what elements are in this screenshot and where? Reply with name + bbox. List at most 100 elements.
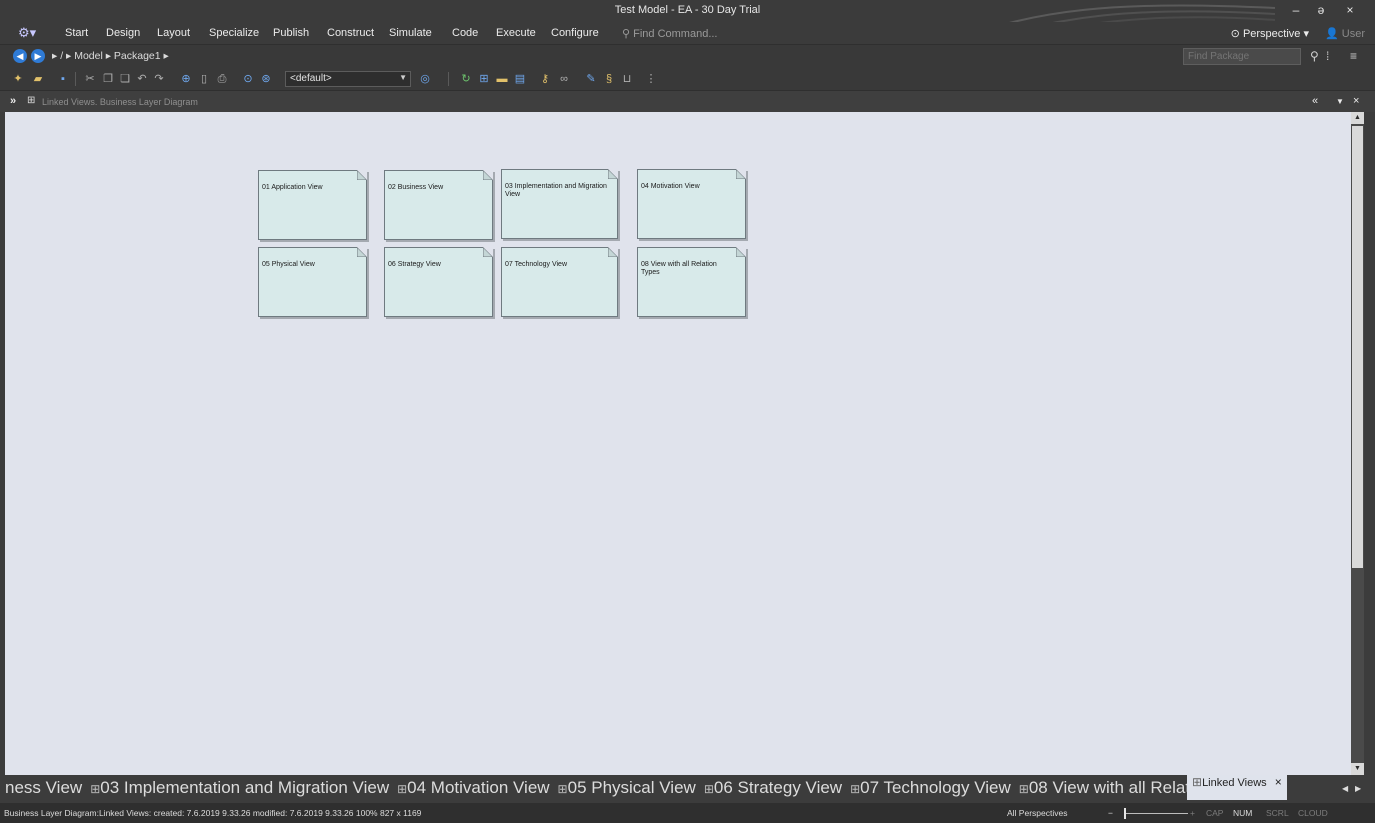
menu-design[interactable]: Design: [106, 27, 140, 39]
find-icon[interactable]: ⚷: [537, 71, 553, 87]
perspective-button[interactable]: ⊙ Perspective ▾: [1231, 27, 1309, 40]
paste-icon[interactable]: ❏: [117, 71, 133, 87]
print-preview-icon[interactable]: ⊙: [240, 71, 256, 87]
note-technology-view[interactable]: 07 Technology View: [501, 247, 618, 317]
cloud-indicator: CLOUD: [1298, 808, 1328, 818]
zoom-slider[interactable]: [1124, 808, 1188, 819]
breadcrumb[interactable]: ▸ / ▸ Model ▸ Package1 ▸: [52, 50, 169, 62]
diagram-icon: ⊞: [1192, 775, 1203, 789]
undo-icon[interactable]: ↶: [134, 71, 150, 87]
close-window-button[interactable]: ×: [1340, 3, 1360, 17]
cut-icon[interactable]: ✂: [82, 71, 98, 87]
diagram-icon[interactable]: ⊞: [476, 71, 492, 87]
tab-linked-views[interactable]: ⊞Linked Views ×: [1187, 775, 1287, 800]
note-fold-icon: [357, 247, 367, 257]
menu-configure[interactable]: Configure: [551, 27, 599, 39]
script-icon[interactable]: §: [601, 71, 617, 87]
list-icon[interactable]: ▤: [512, 71, 528, 87]
find-command[interactable]: ⚲ Find Command...: [622, 27, 718, 40]
collapse-icon[interactable]: «: [1312, 95, 1318, 107]
perspective-label: Perspective: [1242, 28, 1301, 40]
tab-scroll-right-icon[interactable]: ▶: [1355, 784, 1361, 793]
copy-icon[interactable]: ❐: [100, 71, 116, 87]
tab-business-view[interactable]: ness View: [5, 778, 82, 798]
perspectives-status[interactable]: All Perspectives: [1007, 808, 1067, 818]
edit-icon[interactable]: ✎: [583, 71, 599, 87]
note-label: 06 Strategy View: [388, 261, 441, 268]
minimize-button[interactable]: –: [1286, 3, 1306, 17]
note-relation-types-view[interactable]: 08 View with all Relation Types: [637, 247, 746, 317]
menu-construct[interactable]: Construct: [327, 27, 374, 39]
scroll-down-icon[interactable]: ▼: [1351, 763, 1364, 775]
user-button[interactable]: 👤 User: [1325, 27, 1365, 40]
more-tools-icon[interactable]: ⋮: [643, 71, 659, 87]
close-tab-icon[interactable]: ×: [1275, 775, 1282, 789]
toolbar-separator: [75, 72, 76, 86]
tab-scroll-left-icon[interactable]: ◀: [1342, 784, 1348, 793]
diagram-icon: ⊞: [90, 782, 101, 796]
note-strategy-view[interactable]: 06 Strategy View: [384, 247, 493, 317]
folder-icon[interactable]: ▬: [494, 71, 510, 87]
close-view-icon[interactable]: ×: [1353, 95, 1359, 107]
note-business-view[interactable]: 02 Business View: [384, 170, 493, 240]
hamburger-menu-icon[interactable]: ≡: [1350, 49, 1357, 63]
diagram-icon: ⊞: [703, 782, 714, 796]
view-header: » ⊞ Linked Views. Business Layer Diagram…: [0, 90, 1375, 112]
tab-label: 05 Physical View: [567, 778, 696, 797]
back-icon[interactable]: ◀: [13, 49, 27, 63]
page-setup-icon[interactable]: ⊛: [258, 71, 274, 87]
tab-technology-view[interactable]: ⊞07 Technology View: [850, 778, 1011, 798]
menu-specialize[interactable]: Specialize: [209, 27, 259, 39]
redo-icon[interactable]: ↷: [151, 71, 167, 87]
menu-simulate[interactable]: Simulate: [389, 27, 432, 39]
zoom-in-icon[interactable]: +: [1190, 808, 1195, 818]
perspective-icon: ⊙: [1230, 28, 1240, 40]
tab-physical-view[interactable]: ⊞05 Physical View: [558, 778, 696, 798]
menu-code[interactable]: Code: [452, 27, 478, 39]
find-package-input[interactable]: [1183, 48, 1301, 65]
menu-publish[interactable]: Publish: [273, 27, 309, 39]
restore-button[interactable]: ǝ: [1311, 3, 1331, 17]
zoom-slider-knob[interactable]: [1124, 808, 1126, 819]
note-fold-icon: [736, 169, 746, 179]
scrollbar-thumb[interactable]: [1352, 126, 1363, 568]
diagram-canvas[interactable]: 01 Application View 02 Business View 03 …: [5, 112, 1351, 775]
note-motivation-view[interactable]: 04 Motivation View: [637, 169, 746, 239]
note-label: 04 Motivation View: [641, 183, 700, 190]
main-toolbar: ✦ ▰ ▪ ✂ ❐ ❏ ↶ ↷ ⊕ ▯ ⎙ ⊙ ⊛ <default> ▼ ◎ …: [0, 68, 1375, 90]
target-icon[interactable]: ◎: [417, 71, 433, 87]
workspace-dropdown[interactable]: <default> ▼: [285, 71, 411, 87]
refresh-icon[interactable]: ↻: [458, 71, 474, 87]
diagram-icon: ⊞: [1018, 782, 1029, 796]
tab-strategy-view[interactable]: ⊞06 Strategy View: [704, 778, 842, 798]
app-menu-icon[interactable]: ⚙▾: [18, 25, 36, 41]
forward-icon[interactable]: ▶: [31, 49, 45, 63]
note-label: 02 Business View: [388, 184, 444, 191]
diagram-tab-bar: ness View ⊞03 Implementation and Migratio…: [0, 775, 1375, 803]
scroll-up-icon[interactable]: ▲: [1351, 112, 1364, 124]
page-icon[interactable]: ▯: [196, 71, 212, 87]
print-icon[interactable]: ⎙: [214, 71, 230, 87]
zoom-icon[interactable]: ⊕: [178, 71, 194, 87]
new-icon[interactable]: ✦: [10, 71, 26, 87]
open-folder-icon[interactable]: ▰: [30, 71, 46, 87]
note-application-view[interactable]: 01 Application View: [258, 170, 367, 240]
grid-options-icon[interactable]: ⁞: [1326, 49, 1329, 63]
note-physical-view[interactable]: 05 Physical View: [258, 247, 367, 317]
zoom-out-icon[interactable]: −: [1108, 808, 1113, 818]
tab-label: 03 Implementation and Migration View: [100, 778, 390, 797]
note-implementation-view[interactable]: 03 Implementation and Migration View: [501, 169, 618, 239]
view-menu-icon[interactable]: ▼: [1336, 97, 1344, 106]
tab-motivation-view[interactable]: ⊞04 Motivation View: [397, 778, 549, 798]
search-icon[interactable]: ⚲: [1310, 49, 1319, 63]
book-icon[interactable]: ⊔: [619, 71, 635, 87]
vertical-scrollbar[interactable]: ▲ ▼: [1351, 112, 1364, 775]
menu-layout[interactable]: Layout: [157, 27, 190, 39]
expand-icon[interactable]: »: [10, 95, 16, 107]
menu-start[interactable]: Start: [65, 27, 88, 39]
menu-execute[interactable]: Execute: [496, 27, 536, 39]
binoculars-icon[interactable]: ∞: [556, 71, 572, 87]
tab-implementation-view[interactable]: ⊞03 Implementation and Migration View: [90, 778, 389, 798]
tab-label: ness View: [5, 778, 83, 797]
save-icon[interactable]: ▪: [55, 71, 71, 87]
